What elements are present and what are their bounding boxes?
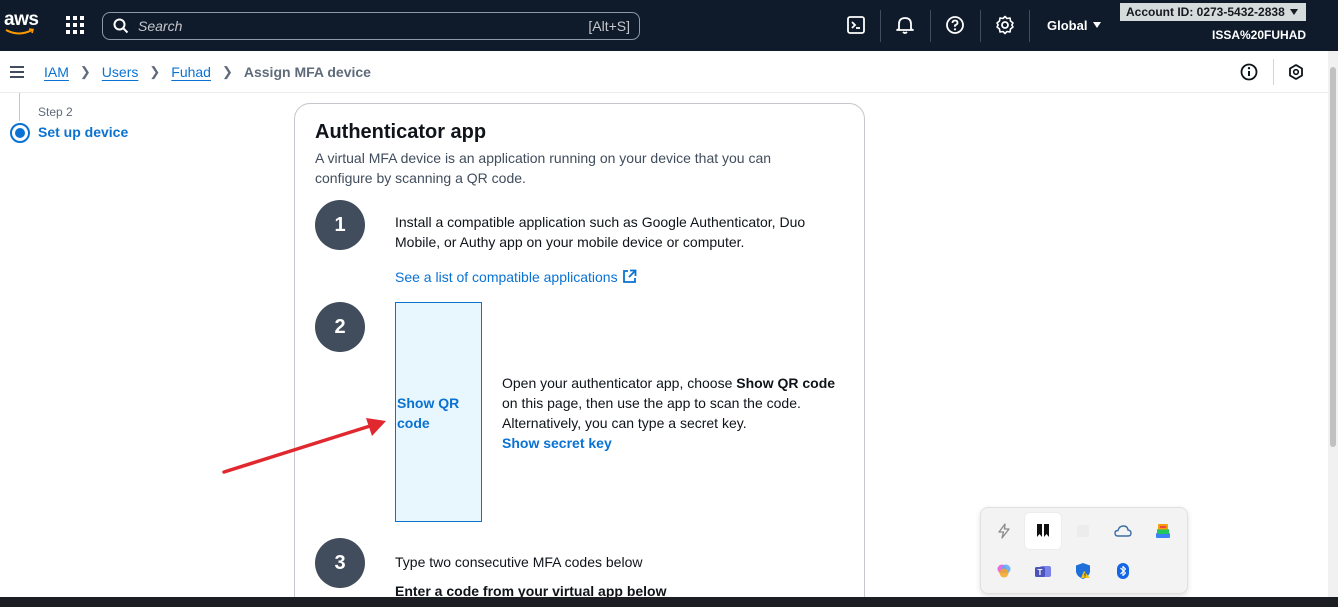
caret-down-icon — [1289, 9, 1298, 15]
search-icon — [113, 18, 129, 34]
info-icon[interactable] — [1240, 63, 1258, 81]
taskbar-strip — [0, 597, 1338, 607]
breadcrumb: IAM ❯ Users ❯ Fuhad ❯ Assign MFA device — [44, 64, 371, 80]
annotation-arrow-icon — [222, 418, 386, 474]
bluetooth-icon[interactable] — [1105, 553, 1141, 589]
account-id: Account ID: 0273-5432-2838 — [1126, 5, 1285, 19]
nav-divider — [1029, 10, 1030, 42]
step-number-3: 3 — [315, 538, 365, 588]
panel-description: A virtual MFA device is an application r… — [315, 150, 772, 186]
caret-down-icon — [1093, 22, 1102, 28]
menu-icon[interactable] — [10, 66, 24, 78]
account-menu[interactable]: Account ID: 0273-5432-2838 — [1120, 3, 1306, 21]
step-connector — [19, 93, 20, 121]
chevron-right-icon: ❯ — [79, 64, 91, 79]
aws-smile-icon — [5, 28, 35, 35]
step2-text-bold: Show QR code — [736, 375, 836, 391]
feedback-hex-icon[interactable] — [1288, 64, 1304, 80]
authenticator-app-panel: Authenticator app A virtual MFA device i… — [294, 103, 865, 607]
compatible-apps-link-label: See a list of compatible applications — [395, 269, 618, 285]
onedrive-cloud-icon[interactable] — [1105, 513, 1141, 549]
breadcrumb-users[interactable]: Users — [102, 64, 139, 80]
step2-text: Open your authenticator app, choose Show… — [502, 373, 852, 453]
page-scrollbar[interactable] — [1328, 51, 1338, 597]
external-link-icon — [622, 269, 636, 283]
search-placeholder: Search — [138, 18, 183, 34]
region-label: Global — [1047, 18, 1088, 33]
step3-text: Type two consecutive MFA codes below — [395, 554, 643, 570]
search-shortcut: [Alt+S] — [588, 18, 630, 34]
step2-text-before: Open your authenticator app, choose — [502, 375, 737, 391]
compatible-apps-link[interactable]: See a list of compatible applications — [395, 269, 637, 285]
bell-icon[interactable] — [894, 14, 916, 36]
help-icon[interactable] — [944, 14, 966, 36]
show-secret-key-link[interactable]: Show secret key — [502, 433, 852, 453]
breadcrumb-bar: IAM ❯ Users ❯ Fuhad ❯ Assign MFA device — [0, 51, 1328, 93]
cloudshell-icon[interactable] — [845, 14, 867, 36]
region-selector[interactable]: Global — [1047, 18, 1102, 33]
panel-title: Authenticator app — [315, 121, 487, 143]
nav-divider — [930, 10, 931, 42]
breadcrumb-fuhad[interactable]: Fuhad — [171, 64, 211, 80]
search-input[interactable]: Search [Alt+S] — [102, 12, 640, 40]
windows-security-icon[interactable]: ! — [1065, 553, 1101, 589]
teams-icon[interactable]: T — [1025, 553, 1061, 589]
services-grid-icon[interactable] — [66, 16, 84, 34]
aws-logo[interactable]: aws — [4, 9, 39, 38]
show-qr-code-button[interactable]: Show QR code — [395, 302, 482, 522]
nav-divider — [980, 10, 981, 42]
step-current-indicator-icon — [10, 123, 30, 143]
settings-icon[interactable] — [994, 14, 1016, 36]
step-title[interactable]: Set up device — [38, 124, 128, 140]
show-qr-code-label: Show QR code — [397, 395, 460, 431]
power-automate-icon[interactable] — [986, 513, 1022, 549]
user-name[interactable]: ISSA%20FUHAD — [1212, 28, 1306, 42]
nav-divider — [880, 10, 881, 42]
breadcrumb-current: Assign MFA device — [243, 64, 371, 80]
divider — [1273, 59, 1274, 85]
step2-text-after: on this page, then use the app to scan t… — [502, 395, 801, 431]
top-navigation: aws Search [Alt+S] Global Account ID: 02… — [0, 0, 1338, 51]
copilot-icon[interactable] — [986, 553, 1022, 589]
chevron-right-icon: ❯ — [221, 64, 233, 79]
step-number-1: 1 — [315, 200, 365, 250]
system-tray-overflow: T ! — [980, 507, 1188, 594]
step1-text: Install a compatible application such as… — [395, 214, 806, 250]
chevron-right-icon: ❯ — [149, 64, 161, 79]
step-caption: Step 2 — [38, 105, 73, 119]
bluestacks-icon[interactable] — [1145, 513, 1181, 549]
svg-text:T: T — [1038, 568, 1043, 577]
blank-tray-icon[interactable] — [1065, 513, 1101, 549]
breadcrumb-iam[interactable]: IAM — [44, 64, 69, 80]
scrollbar-thumb[interactable] — [1330, 67, 1336, 447]
bookmark-app-icon[interactable] — [1025, 513, 1061, 549]
aws-logo-text: aws — [4, 9, 39, 30]
svg-text:!: ! — [1084, 574, 1086, 580]
step-number-2: 2 — [315, 302, 365, 352]
